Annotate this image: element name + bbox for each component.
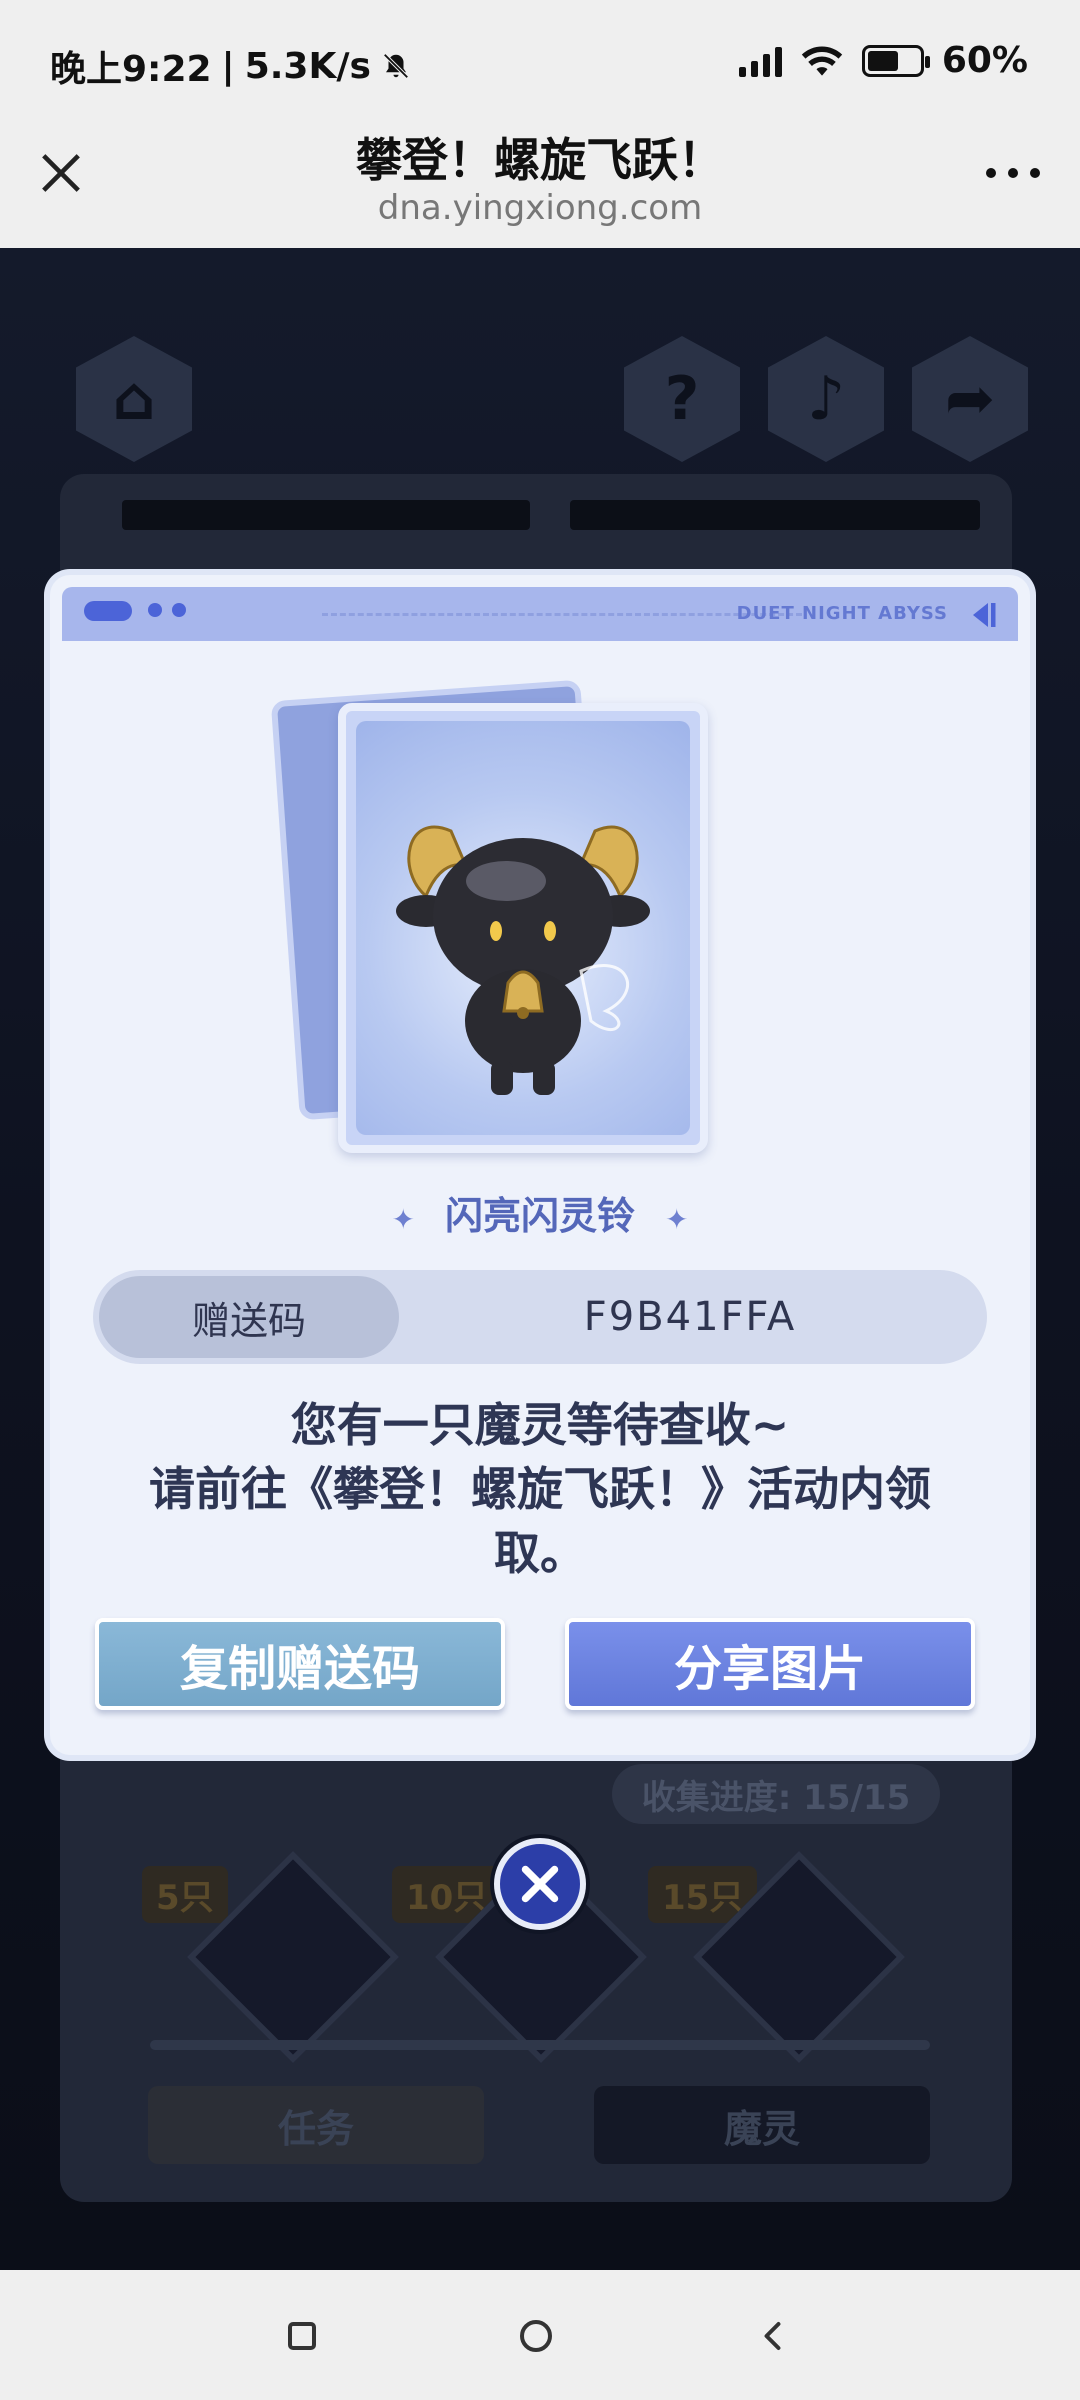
gift-code-label: 赠送码: [99, 1276, 399, 1358]
background-bar-left: [122, 500, 530, 530]
spirit-card: [338, 703, 708, 1153]
spirit-goat-image: [396, 825, 650, 1095]
decor-dot: [172, 603, 186, 617]
decor-dot: [148, 603, 162, 617]
message-line: 取。: [494, 1526, 586, 1580]
status-right: 60%: [738, 40, 1028, 81]
sparkle-icon: ✦: [665, 1203, 689, 1236]
collect-progress: 收集进度: 15/15: [612, 1764, 940, 1824]
status-divider: |: [221, 45, 235, 87]
decor-dash: [322, 613, 802, 616]
tier-label: 5只: [142, 1866, 228, 1923]
home-nav-icon[interactable]: [520, 2320, 552, 2352]
background-bar-right: [570, 500, 980, 530]
page-url: dna.yingxiong.com: [377, 188, 703, 228]
signal-icon: [738, 45, 782, 77]
navigation-bar: [0, 2270, 1080, 2400]
page-title: 攀登！螺旋飞跃！: [356, 133, 724, 187]
progress-track: [150, 2040, 930, 2050]
collapse-arrow-icon: [973, 603, 996, 627]
item-name-row: ✦ 闪亮闪灵铃 ✦: [50, 1185, 1030, 1240]
share-image-button[interactable]: 分享图片: [565, 1618, 975, 1710]
browser-header: 攀登！螺旋飞跃！ dna.yingxiong.com: [0, 128, 1080, 248]
tab-tasks[interactable]: 任务: [148, 2086, 484, 2164]
status-bar: 晚上9:22 | 5.3K/s 60%: [0, 0, 1080, 128]
brand-text: DUET NIGHT ABYSS: [736, 603, 948, 624]
gift-code-value[interactable]: F9B41FFA: [413, 1270, 967, 1364]
gift-modal: DUET NIGHT ABYSS ✦ 闪亮闪灵铃 ✦ 赠送码 F9B41FFA …: [50, 575, 1030, 1755]
modal-top-bar: DUET NIGHT ABYSS: [62, 587, 1018, 641]
gift-message: 您有一只魔灵等待查收~ 请前往《攀登！螺旋飞跃！》活动内领 取。: [110, 1393, 970, 1585]
bell-muted-icon: [383, 53, 409, 79]
gift-code-row: 赠送码 F9B41FFA: [93, 1270, 987, 1364]
more-options-icon[interactable]: [986, 168, 1040, 178]
wifi-icon: [801, 46, 842, 76]
spirit-card-inner: [356, 721, 690, 1135]
battery-icon: [861, 44, 930, 77]
status-left: 晚上9:22 | 5.3K/s: [50, 40, 411, 92]
message-line: 您有一只魔灵等待查收~: [290, 1398, 790, 1452]
close-icon: [521, 1865, 559, 1903]
decor-pill: [84, 601, 132, 621]
recent-apps-icon[interactable]: [288, 2322, 316, 2350]
tab-spirits[interactable]: 魔灵: [594, 2086, 930, 2164]
item-name: 闪亮闪灵铃: [444, 1194, 635, 1238]
network-speed: 5.3K/s: [244, 45, 371, 87]
message-line: 请前往《攀登！螺旋飞跃！》活动内领: [149, 1462, 931, 1516]
sparkle-icon: ✦: [391, 1203, 415, 1236]
battery-percent: 60%: [941, 40, 1028, 81]
close-modal-button[interactable]: [494, 1838, 586, 1930]
status-time: 晚上9:22: [50, 49, 212, 90]
back-icon[interactable]: [756, 2318, 792, 2354]
copy-code-button[interactable]: 复制赠送码: [95, 1618, 505, 1710]
